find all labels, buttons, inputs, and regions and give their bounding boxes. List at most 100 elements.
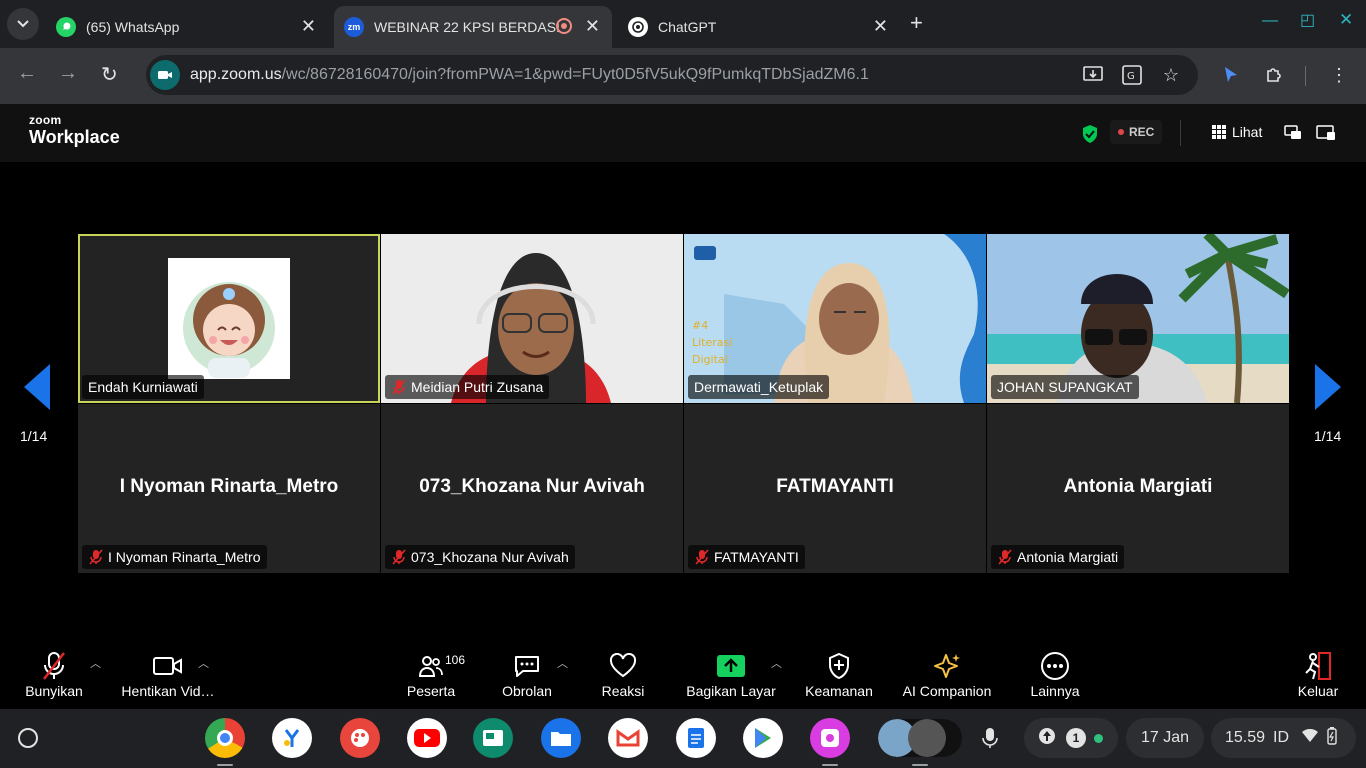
- more-button[interactable]: Lainnya: [1026, 649, 1084, 699]
- assistant-app-icon[interactable]: [272, 718, 312, 758]
- participant-name-label: 073_Khozana Nur Avivah: [385, 545, 575, 569]
- rec-dot-icon: [1118, 129, 1124, 135]
- back-icon[interactable]: ←: [17, 62, 37, 85]
- svg-text:Digital: Digital: [692, 353, 728, 366]
- picture-in-picture-icon[interactable]: [1284, 125, 1302, 146]
- unmute-button[interactable]: Bunyikan: [22, 649, 86, 699]
- tab-zoom-webinar[interactable]: zm WEBINAR 22 KPSI BERDASI ✕: [334, 6, 612, 48]
- chrome-app-icon[interactable]: [205, 718, 245, 758]
- system-tray-pill[interactable]: 15.59 ID: [1211, 718, 1356, 758]
- canva-app-icon[interactable]: [810, 718, 850, 758]
- participant-tile[interactable]: I Nyoman Rinarta_Metro I Nyoman Rinarta_…: [78, 404, 380, 573]
- tab-whatsapp[interactable]: (65) WhatsApp ✕: [46, 6, 328, 48]
- reactions-button[interactable]: Reaksi: [594, 649, 652, 699]
- participant-video-tile[interactable]: JOHAN SUPANGKAT: [987, 234, 1289, 403]
- bookmark-star-icon[interactable]: ☆: [1160, 64, 1182, 86]
- audio-options-caret-icon[interactable]: ︿: [90, 655, 101, 671]
- zoom-header: zoom Workplace REC Lihat: [0, 104, 1366, 162]
- svg-text:#4: #4: [692, 319, 708, 332]
- participant-tile[interactable]: Endah Kurniawati: [78, 234, 380, 403]
- security-label: Keamanan: [805, 683, 873, 699]
- battery-icon: [1327, 726, 1337, 750]
- participant-video-tile[interactable]: Meidian Putri Zusana: [381, 234, 683, 403]
- translate-icon[interactable]: G: [1121, 64, 1143, 86]
- prev-page-arrow-icon[interactable]: [20, 362, 52, 417]
- share-options-caret-icon[interactable]: ︿: [771, 655, 782, 671]
- logo-top-text: zoom: [29, 113, 62, 127]
- leave-button[interactable]: Keluar: [1294, 649, 1342, 699]
- participant-name-label: I Nyoman Rinarta_Metro: [82, 545, 267, 569]
- close-tab-icon[interactable]: ✕: [301, 16, 316, 37]
- date-pill[interactable]: 17 Jan: [1126, 718, 1204, 758]
- reload-icon[interactable]: ↻: [101, 62, 118, 87]
- window-thumbnails[interactable]: [878, 719, 962, 757]
- participant-name-label: Endah Kurniawati: [82, 375, 204, 399]
- share-screen-label: Bagikan Layar: [686, 683, 776, 699]
- forward-icon[interactable]: →: [58, 62, 78, 85]
- play-store-app-icon[interactable]: [743, 718, 783, 758]
- header-divider: [1180, 120, 1181, 146]
- participant-video-tile[interactable]: #4 Literasi Digital Dermawati_Ketuplak: [684, 234, 986, 403]
- logo-bottom-text: Workplace: [29, 127, 120, 147]
- close-window-icon[interactable]: ✕: [1339, 10, 1353, 30]
- notification-pill[interactable]: 1: [1024, 718, 1118, 758]
- extensions-icon[interactable]: [1263, 64, 1285, 86]
- zoom-workplace-logo: zoom Workplace: [29, 114, 120, 146]
- meeting-controls-bar: Bunyikan ︿ Hentikan Vid… ︿ Peserta 106 O…: [0, 643, 1366, 709]
- chat-options-caret-icon[interactable]: ︿: [557, 655, 568, 671]
- tab-search-button[interactable]: [7, 8, 39, 40]
- security-button[interactable]: Keamanan: [801, 649, 877, 699]
- up-arrow-circle-icon: [1038, 727, 1056, 750]
- docs-app-icon[interactable]: [676, 718, 716, 758]
- muted-mic-icon: [695, 549, 709, 565]
- new-tab-icon[interactable]: +: [910, 10, 923, 36]
- browser-menu-icon[interactable]: ⋮: [1328, 64, 1350, 86]
- next-page-arrow-icon[interactable]: [1313, 362, 1345, 417]
- youtube-app-icon[interactable]: [407, 718, 447, 758]
- running-indicator: [822, 764, 838, 766]
- input-locale: ID: [1273, 729, 1290, 746]
- chat-button[interactable]: Obrolan: [497, 649, 557, 699]
- maximize-icon[interactable]: ◰: [1300, 10, 1315, 30]
- os-shelf: 1 17 Jan 15.59 ID: [0, 709, 1366, 768]
- sparkle-icon: [898, 649, 996, 683]
- participant-display-name: FATMAYANTI: [776, 476, 894, 497]
- status-dot: [1094, 733, 1103, 743]
- video-options-caret-icon[interactable]: ︿: [198, 655, 209, 671]
- chevron-down-icon: [17, 20, 29, 28]
- ai-companion-button[interactable]: AI Companion: [898, 649, 996, 699]
- install-app-icon[interactable]: [1082, 64, 1104, 86]
- participant-tile[interactable]: Antonia Margiati Antonia Margiati: [987, 404, 1289, 573]
- encryption-shield-icon[interactable]: [1081, 124, 1099, 149]
- running-indicator: [217, 764, 233, 766]
- share-screen-button[interactable]: Bagikan Layar: [682, 649, 780, 699]
- minimize-meeting-icon[interactable]: [1316, 125, 1336, 146]
- svg-text:Literasi: Literasi: [692, 336, 732, 349]
- running-indicator: [912, 764, 928, 766]
- close-tab-icon[interactable]: ✕: [585, 16, 600, 37]
- participant-tile[interactable]: 073_Khozana Nur Avivah 073_Khozana Nur A…: [381, 404, 683, 573]
- cursor-extension-icon[interactable]: [1220, 64, 1242, 86]
- participants-count-badge: 106: [445, 653, 466, 667]
- minimize-icon[interactable]: —: [1262, 12, 1278, 30]
- classroom-app-icon[interactable]: [473, 718, 513, 758]
- files-app-icon[interactable]: [541, 718, 581, 758]
- address-bar[interactable]: app.zoom.us/wc/86728160470/join?fromPWA=…: [146, 55, 1198, 95]
- tab-chatgpt[interactable]: ChatGPT ✕: [618, 6, 900, 48]
- view-label: Lihat: [1232, 124, 1263, 140]
- svg-text:G: G: [1127, 71, 1135, 82]
- close-tab-icon[interactable]: ✕: [873, 16, 888, 37]
- participant-name-label: Dermawati_Ketuplak: [688, 375, 830, 399]
- paint-app-icon[interactable]: [340, 718, 380, 758]
- site-info-icon[interactable]: [150, 60, 180, 90]
- reactions-label: Reaksi: [601, 683, 645, 699]
- view-button[interactable]: Lihat: [1212, 124, 1262, 140]
- muted-mic-icon: [392, 379, 406, 395]
- participant-tile[interactable]: FATMAYANTI FATMAYANTI: [684, 404, 986, 573]
- window-thumbnail[interactable]: [908, 719, 946, 757]
- participant-display-name: I Nyoman Rinarta_Metro: [119, 476, 339, 497]
- more-label: Lainnya: [1030, 683, 1080, 699]
- dictation-mic-icon[interactable]: [982, 727, 998, 754]
- launcher-icon[interactable]: [18, 728, 38, 748]
- gmail-app-icon[interactable]: [608, 718, 648, 758]
